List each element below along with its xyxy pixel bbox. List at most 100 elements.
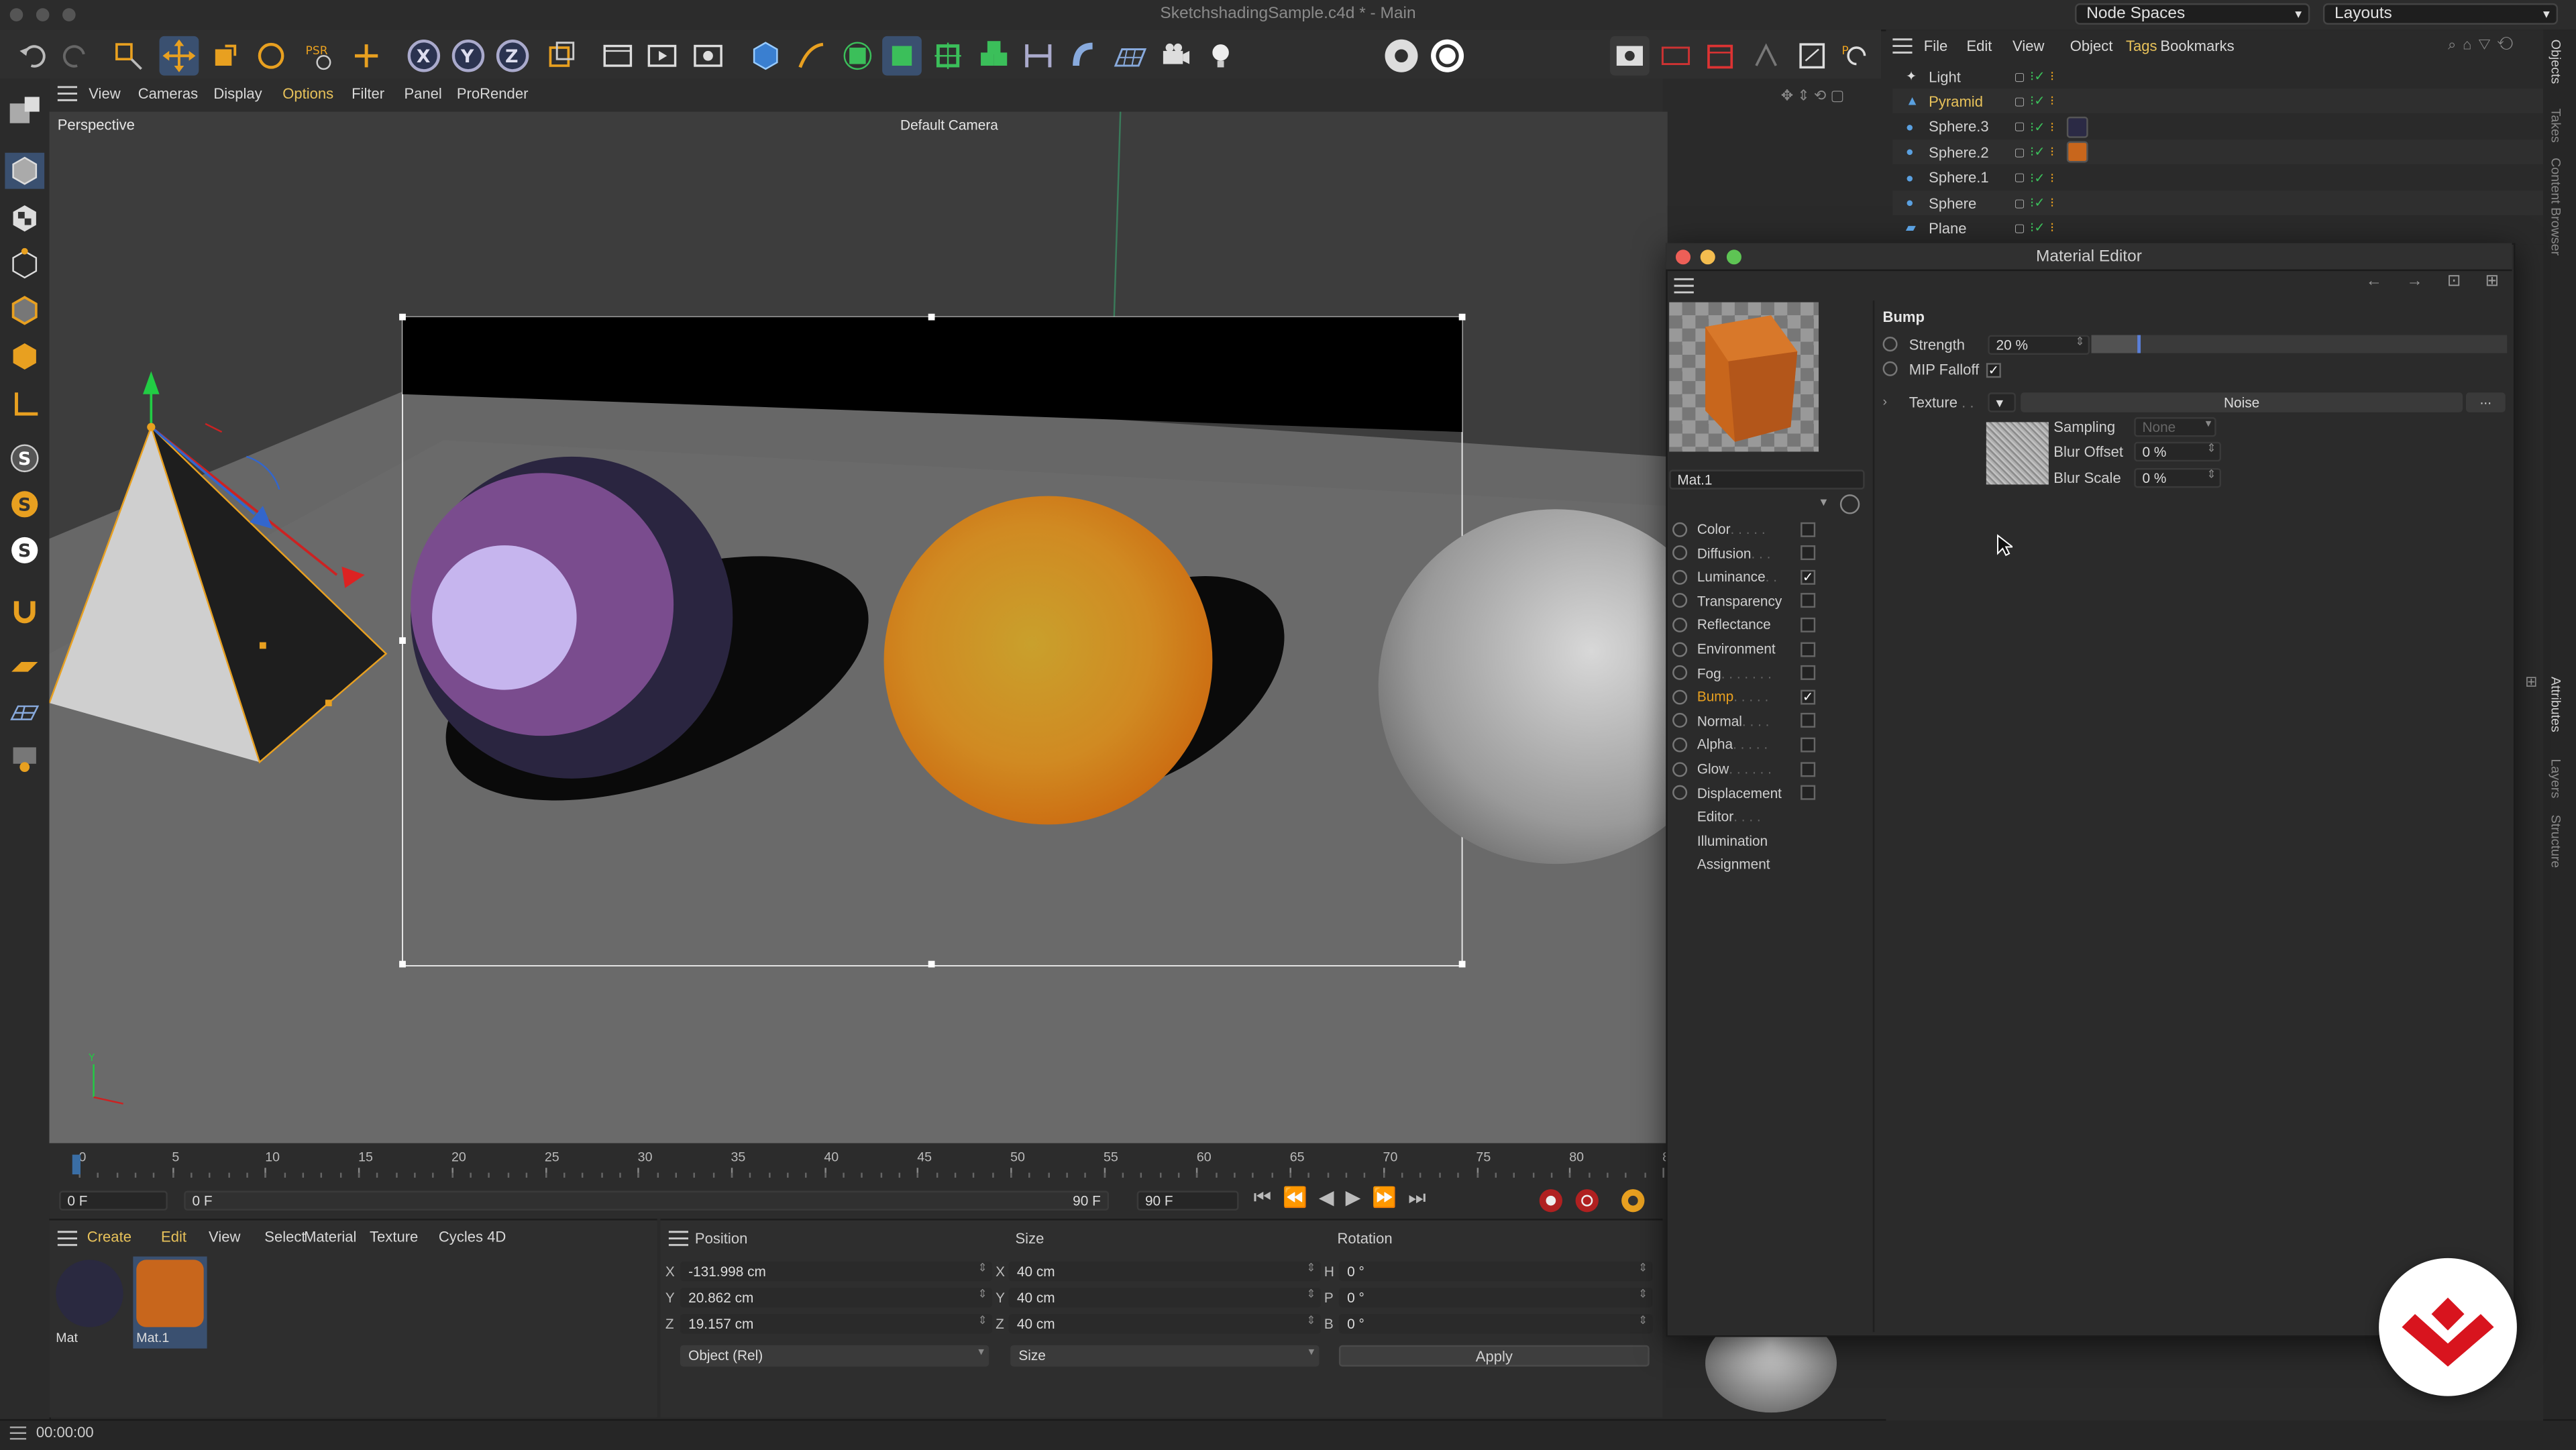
strength-field[interactable]: 20 % ⇕ bbox=[1988, 335, 2090, 355]
scale-tool-icon[interactable] bbox=[205, 36, 245, 76]
record-keyframe-icon[interactable] bbox=[1538, 1188, 1564, 1217]
channel-checkbox[interactable] bbox=[1801, 713, 1816, 728]
size-field[interactable]: 40 cm ⇕ bbox=[1008, 1314, 1321, 1334]
object-row[interactable]: ✦ Light ▢ ⁝✓ ⁝ bbox=[1892, 64, 2543, 89]
channel-checkbox[interactable] bbox=[1801, 785, 1816, 800]
field-icon[interactable] bbox=[1018, 36, 1058, 76]
editor-nav-icons[interactable]: ← → ⊡ ⊞ bbox=[2366, 273, 2509, 291]
position-field[interactable]: 19.157 cm ⇕ bbox=[680, 1314, 993, 1334]
visibility-toggle-icon[interactable]: ▢ bbox=[2014, 221, 2025, 235]
visibility-toggle-icon[interactable]: ▢ bbox=[2014, 171, 2025, 184]
enabled-check-icon[interactable]: ⁝✓ bbox=[2030, 221, 2045, 235]
channel-checkbox[interactable] bbox=[1801, 521, 1816, 537]
channel-animate-radio[interactable] bbox=[1672, 689, 1688, 704]
channel-animate-radio[interactable] bbox=[1672, 713, 1688, 728]
deformer-icon[interactable] bbox=[928, 36, 968, 76]
rotate-tool-icon[interactable] bbox=[252, 36, 291, 76]
channel-animate-radio[interactable] bbox=[1672, 737, 1688, 752]
channel-animate-radio[interactable] bbox=[1672, 617, 1688, 632]
render-region-icon[interactable] bbox=[598, 36, 637, 76]
channel-alpha[interactable]: Alpha . . . . . bbox=[1672, 733, 1870, 756]
channel-normal[interactable]: Normal . . . . bbox=[1672, 709, 1870, 732]
texture-more-button[interactable]: ... bbox=[2465, 392, 2506, 412]
menu-prorender[interactable]: ProRender bbox=[457, 85, 529, 101]
channel-checkbox[interactable] bbox=[1801, 617, 1816, 632]
visibility-toggle-icon[interactable]: ▢ bbox=[2014, 146, 2025, 159]
enabled-check-icon[interactable]: ⁝✓ bbox=[2030, 95, 2045, 109]
menu-hamburger-icon[interactable] bbox=[668, 1230, 689, 1249]
channel-animate-radio[interactable] bbox=[1672, 665, 1688, 681]
x-axis-lock-icon[interactable]: X bbox=[404, 36, 443, 76]
tab-content-browser[interactable]: Content Browser bbox=[2548, 158, 2563, 256]
section-illumination[interactable]: Illumination bbox=[1697, 829, 1894, 852]
chevron-right-icon[interactable]: › bbox=[1883, 394, 1888, 409]
channel-luminance[interactable]: Luminance . . ✓ bbox=[1672, 565, 1870, 588]
section-editor[interactable]: Editor . . . . bbox=[1697, 805, 1894, 828]
material-menu-item[interactable]: Cycles 4D bbox=[439, 1229, 506, 1245]
object-menu-item[interactable]: File bbox=[1924, 38, 1948, 54]
texture-mode-icon[interactable] bbox=[5, 201, 44, 237]
material-menu-item[interactable]: Select bbox=[264, 1229, 305, 1245]
material-menu-item[interactable]: View bbox=[209, 1229, 240, 1245]
render-settings-icon[interactable] bbox=[688, 36, 728, 76]
channel-checkbox[interactable] bbox=[1801, 737, 1816, 752]
position-field[interactable]: 20.862 cm ⇕ bbox=[680, 1288, 993, 1308]
edges-mode-icon[interactable] bbox=[5, 292, 44, 329]
blur-scale-field[interactable]: 0 % ⇕ bbox=[2134, 467, 2222, 488]
channel-bump[interactable]: Bump . . . . . ✓ bbox=[1672, 685, 1870, 708]
xpresso-icon[interactable] bbox=[5, 740, 44, 777]
tab-takes[interactable]: Takes bbox=[2548, 109, 2563, 143]
strength-slider[interactable] bbox=[2091, 335, 2508, 353]
menu-hamburger-icon[interactable] bbox=[9, 1426, 27, 1444]
render-queue-icon[interactable] bbox=[1610, 36, 1650, 76]
menu-options[interactable]: Options bbox=[282, 85, 333, 101]
channel-displacement[interactable]: Displacement bbox=[1672, 781, 1870, 804]
enabled-check-icon[interactable]: ⁝✓ bbox=[2030, 145, 2045, 160]
coordinate-system-icon[interactable] bbox=[542, 36, 582, 76]
rotation-field[interactable]: 0 ° ⇕ bbox=[1338, 1314, 1653, 1334]
object-menu-item[interactable]: Bookmarks bbox=[2160, 38, 2234, 54]
z-axis-lock-icon[interactable]: Z bbox=[493, 36, 533, 76]
section-assignment[interactable]: Assignment bbox=[1697, 852, 1894, 875]
noise-preview-thumbnail[interactable] bbox=[1986, 422, 2049, 485]
tab-layers[interactable]: Layers bbox=[2548, 759, 2563, 798]
size-mode-dropdown[interactable]: Size ▾ bbox=[1010, 1345, 1320, 1367]
channel-animate-radio[interactable] bbox=[1672, 593, 1688, 608]
object-row[interactable]: ▲ Pyramid ▢ ⁝✓ ⁝ bbox=[1892, 89, 2544, 114]
visibility-toggle-icon[interactable]: ▢ bbox=[2014, 197, 2025, 209]
make-editable-icon[interactable] bbox=[5, 94, 44, 130]
enabled-check-icon[interactable]: ⁝✓ bbox=[2030, 170, 2045, 185]
tab-structure[interactable]: Structure bbox=[2548, 815, 2563, 869]
cloner-icon[interactable] bbox=[974, 36, 1014, 76]
timeline-ruler[interactable]: 0510152025303540455055606570758085 bbox=[66, 1146, 1677, 1182]
rotation-field[interactable]: 0 ° ⇕ bbox=[1338, 1261, 1653, 1282]
object-menu-item[interactable]: Edit bbox=[1966, 38, 1992, 54]
current-frame-field[interactable]: 0 F bbox=[59, 1190, 168, 1211]
channel-animate-radio[interactable] bbox=[1672, 761, 1688, 777]
mip-falloff-checkbox[interactable]: ✓ bbox=[1986, 363, 2001, 378]
object-row[interactable]: ● Sphere.2 ▢ ⁝✓ ⁝ bbox=[1892, 140, 2544, 165]
enabled-check-icon[interactable]: ⁝✓ bbox=[2030, 119, 2045, 134]
panel-expand-icon[interactable]: ⊞ bbox=[2525, 673, 2537, 691]
points-mode-icon[interactable] bbox=[5, 246, 44, 282]
menu-filter[interactable]: Filter bbox=[352, 85, 384, 101]
timeline-window-icon[interactable] bbox=[1656, 36, 1696, 76]
move-tool-icon[interactable] bbox=[159, 36, 199, 76]
rotation-field[interactable]: 0 ° ⇕ bbox=[1338, 1288, 1653, 1308]
channel-glow[interactable]: Glow . . . . . . bbox=[1672, 757, 1870, 780]
viewport-nav-icons[interactable]: ✥ ⇕ ⟲ ▢ bbox=[1781, 87, 1845, 105]
menu-panel[interactable]: Panel bbox=[404, 85, 441, 101]
channel-animate-radio[interactable] bbox=[1672, 545, 1688, 561]
coordinate-mode-dropdown[interactable]: Object (Rel) ▾ bbox=[680, 1345, 989, 1367]
axis-mode-icon[interactable] bbox=[5, 386, 44, 423]
prorender-icon[interactable] bbox=[1382, 36, 1421, 76]
motion-icon[interactable] bbox=[1746, 36, 1786, 76]
timeline-playhead[interactable] bbox=[72, 1154, 81, 1175]
magnet-icon[interactable] bbox=[5, 593, 44, 629]
object-menu-item[interactable]: View bbox=[2012, 38, 2044, 54]
frame-range-bar[interactable]: 0 F 90 F bbox=[184, 1190, 1110, 1211]
menu-hamburger-icon[interactable] bbox=[1674, 278, 1694, 297]
blur-offset-field[interactable]: 0 % ⇕ bbox=[2134, 441, 2222, 462]
channel-animate-radio[interactable] bbox=[1672, 521, 1688, 537]
material-thumbnail[interactable]: Mat.1 bbox=[133, 1256, 207, 1349]
